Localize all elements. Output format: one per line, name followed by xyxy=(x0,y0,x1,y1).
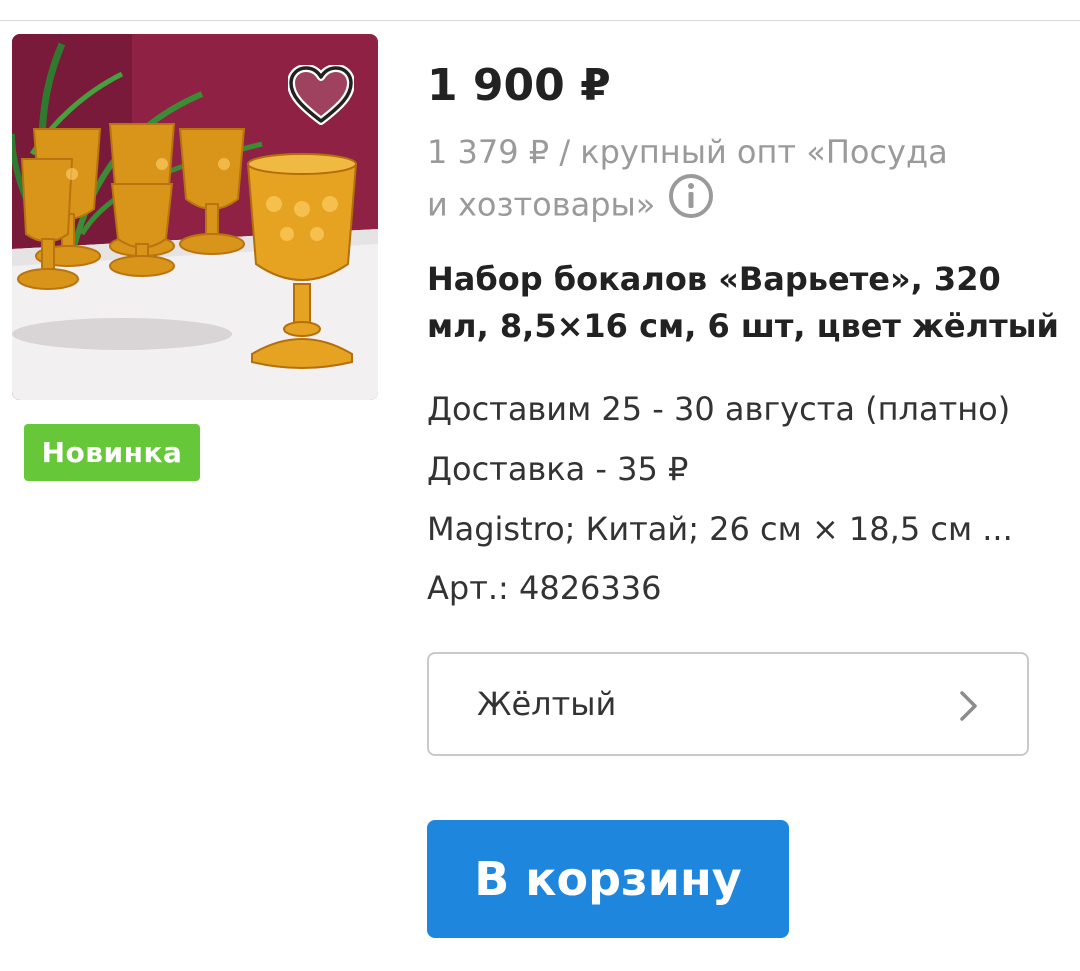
product-title-line-1: Набор бокалов «Варьете», 320 xyxy=(427,260,1001,298)
brand-info: Magistro; Китай; 26 см × 18,5 см ... xyxy=(427,510,1013,548)
product-price: 1 900 ₽ xyxy=(427,60,611,111)
chevron-right-icon xyxy=(959,690,979,726)
delivery-date: Доставим 25 - 30 августа (платно) xyxy=(427,390,1011,428)
heart-icon xyxy=(287,64,355,129)
wholesale-price-line-2-text: и хозтовары» xyxy=(427,185,656,224)
color-select[interactable]: Жёлтый xyxy=(427,652,1029,756)
top-divider xyxy=(0,20,1080,21)
color-select-value: Жёлтый xyxy=(477,685,617,723)
product-title[interactable]: Набор бокалов «Варьете», 320 мл, 8,5×16 … xyxy=(427,256,1059,350)
wholesale-price-line-2: и хозтовары» xyxy=(427,174,1027,237)
sku: Арт.: 4826336 xyxy=(427,569,662,607)
delivery-cost: Доставка - 35 ₽ xyxy=(427,450,689,488)
new-badge: Новинка xyxy=(24,424,200,481)
info-icon[interactable] xyxy=(667,172,715,233)
add-to-cart-button[interactable]: В корзину xyxy=(427,820,789,938)
wholesale-price: 1 379 ₽ / крупный опт «Посуда и хозтовар… xyxy=(427,128,1027,237)
product-title-line-2: мл, 8,5×16 см, 6 шт, цвет жёлтый xyxy=(427,307,1059,345)
wholesale-price-line-1: 1 379 ₽ / крупный опт «Посуда xyxy=(427,133,948,171)
favorite-button[interactable] xyxy=(287,64,355,129)
